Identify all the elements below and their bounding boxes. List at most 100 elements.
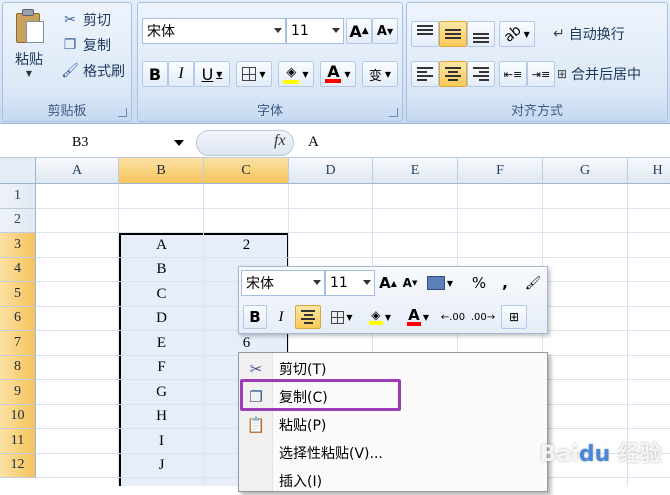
formula-input[interactable]: A — [308, 134, 319, 151]
cell-b11[interactable]: I — [119, 429, 204, 454]
italic-button[interactable]: I — [168, 61, 194, 87]
align-right-button[interactable] — [467, 61, 495, 87]
borders-button[interactable]: ▼ — [236, 61, 272, 87]
mini-align-center-button[interactable] — [295, 305, 321, 329]
column-header-h[interactable]: H — [628, 158, 670, 184]
shrink-font-button[interactable]: A ▼ — [372, 18, 398, 44]
align-top-button[interactable] — [411, 21, 439, 47]
align-bottom-button[interactable] — [467, 21, 495, 47]
column-header-f[interactable]: F — [458, 158, 543, 184]
mini-font-name-select[interactable]: 宋体 — [241, 270, 325, 296]
grow-font-button[interactable]: A ▲ — [346, 18, 372, 44]
mini-increase-decimal-button[interactable]: ←.00 — [439, 305, 467, 329]
mini-borders-button[interactable]: ▼ — [325, 305, 359, 329]
cell-b6[interactable]: D — [119, 307, 204, 332]
column-header-a[interactable]: A — [36, 158, 119, 184]
row-header-12[interactable]: 12 — [0, 453, 36, 478]
align-middle-button[interactable] — [439, 21, 467, 47]
column-header-g[interactable]: G — [543, 158, 628, 184]
fill-color-button[interactable]: ◈ ▼ — [278, 61, 314, 87]
menu-item-insert[interactable]: 插入(I) — [239, 467, 547, 495]
cut-button[interactable]: ✂ 剪切 — [61, 9, 111, 31]
mini-number-format-button[interactable]: ▼ — [423, 271, 457, 295]
cell-c3[interactable]: 2 — [204, 233, 289, 258]
select-all-corner[interactable] — [0, 158, 36, 184]
orientation-button[interactable]: ab ▼ — [499, 21, 535, 47]
cell-b4[interactable]: B — [119, 258, 204, 283]
paste-button[interactable]: 粘贴 ▼ — [7, 7, 51, 91]
font-size-select[interactable]: 11 — [286, 18, 344, 44]
column-header-c[interactable]: C — [204, 158, 289, 184]
font-launcher-icon[interactable] — [389, 108, 398, 117]
row-header-7[interactable]: 7 — [0, 331, 36, 356]
row-header-9[interactable]: 9 — [0, 380, 36, 405]
phonetic-button[interactable]: 变 ▼ — [362, 61, 398, 87]
menu-item-paste[interactable]: 📋 粘贴(P) — [239, 411, 547, 439]
increase-indent-button[interactable]: ⇥≡ — [527, 61, 555, 87]
align-center-button[interactable] — [439, 61, 467, 87]
percent-icon: % — [471, 274, 487, 292]
mini-bold-button[interactable]: B — [243, 305, 267, 329]
clipboard-launcher-icon[interactable] — [118, 108, 127, 117]
column-header-d[interactable]: D — [289, 158, 373, 184]
bold-button[interactable]: B — [142, 61, 168, 87]
row-header-3[interactable]: 3 — [0, 233, 36, 258]
underline-button[interactable]: U ▼ — [194, 61, 230, 87]
context-menu: ✂ 剪切(T) ❐ 复制(C) 📋 粘贴(P) 选择性粘贴(V)... 插入(I… — [238, 352, 548, 492]
row-header-5[interactable]: 5 — [0, 282, 36, 307]
copy-button[interactable]: ❐ 复制 — [61, 34, 111, 56]
row-header-8[interactable]: 8 — [0, 355, 36, 380]
row-header-1[interactable]: 1 — [0, 184, 36, 209]
mini-italic-glyph: I — [278, 308, 284, 325]
mini-comma-button[interactable]: , — [495, 271, 515, 295]
row-header-6[interactable]: 6 — [0, 306, 36, 331]
mini-font-color-button[interactable]: A ▼ — [401, 305, 435, 329]
cell-b10[interactable]: H — [119, 405, 204, 430]
mini-font-size-select[interactable]: 11 — [325, 270, 375, 296]
grid-row-line — [36, 207, 670, 209]
mini-grow-font-button[interactable]: A ▲ — [377, 271, 399, 295]
mini-font-name-value: 宋体 — [246, 276, 274, 292]
row-header-11[interactable]: 11 — [0, 429, 36, 454]
align-left-button[interactable] — [411, 61, 439, 87]
row-header-2[interactable]: 2 — [0, 208, 36, 233]
cell-b9[interactable]: G — [119, 380, 204, 405]
mini-fill-color-button[interactable]: ◈ ▼ — [363, 305, 397, 329]
mini-format-painter-button[interactable]: 🖌 — [521, 271, 545, 295]
merge-center-button[interactable]: ⊞ 合并后居中 — [557, 61, 669, 87]
mini-decrease-decimal-button[interactable]: .00→ — [469, 305, 497, 329]
alignment-group: ab ▼ ↵ 自动换行 ⇤≡ ⇥≡ ⊞ 合并后居中 对齐方式 — [406, 2, 668, 122]
insert-function-icon[interactable]: fx — [274, 132, 286, 150]
name-box[interactable]: B3 — [0, 130, 190, 156]
menu-item-paste-special[interactable]: 选择性粘贴(V)... — [239, 439, 547, 467]
row-header-4[interactable]: 4 — [0, 257, 36, 282]
cell-b3[interactable]: A — [119, 233, 204, 258]
cell-b8[interactable]: F — [119, 356, 204, 381]
format-painter-button[interactable]: 🖌 格式刷 — [61, 60, 125, 82]
cell-b12[interactable]: J — [119, 454, 204, 479]
brush-icon: 🖌 — [61, 63, 79, 79]
mini-percent-button[interactable]: % — [467, 271, 491, 295]
wrap-text-icon: ↵ — [553, 26, 565, 42]
menu-item-label: 选择性粘贴(V)... — [279, 446, 383, 462]
column-header-b[interactable]: B — [119, 158, 204, 184]
decrease-indent-button[interactable]: ⇤≡ — [499, 61, 527, 87]
wrap-text-button[interactable]: ↵ 自动换行 — [553, 21, 665, 47]
column-header-e[interactable]: E — [373, 158, 458, 184]
chevron-down-icon[interactable] — [174, 140, 184, 146]
mini-italic-button[interactable]: I — [269, 305, 293, 329]
chevron-down-icon — [274, 28, 282, 33]
font-name-select[interactable]: 宋体 — [142, 18, 286, 44]
cell-b5[interactable]: C — [119, 282, 204, 307]
copy-icon: ❐ — [63, 37, 77, 53]
align-left-icon — [417, 67, 433, 81]
mini-merge-cells-button[interactable]: ⊞ — [501, 305, 527, 329]
mini-shrink-font-button[interactable]: A ▼ — [399, 271, 421, 295]
align-center-icon — [301, 310, 315, 324]
font-group: 宋体 11 A ▲ A ▼ B I U ▼ ▼ ◈ ▼ A ▼ 变 ▼ 字体 — [137, 2, 403, 122]
cell-b7[interactable]: E — [119, 331, 204, 356]
row-header-10[interactable]: 10 — [0, 404, 36, 429]
paste-dropdown-icon[interactable]: ▼ — [7, 69, 51, 78]
menu-item-label: 插入(I) — [279, 474, 323, 490]
font-color-button[interactable]: A ▼ — [320, 61, 356, 87]
